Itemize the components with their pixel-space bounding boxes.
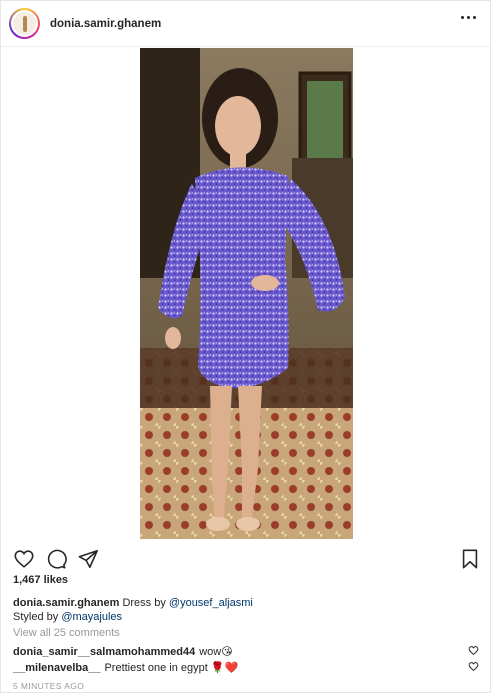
comment-username[interactable]: donia_samir__salmamohammed44 xyxy=(13,646,195,658)
comment-like-heart-icon[interactable] xyxy=(468,645,479,656)
heart-icon[interactable] xyxy=(13,548,35,570)
avatar-image xyxy=(11,10,38,37)
comment-text: Prettiest one in egypt 🌹❤️ xyxy=(104,662,239,674)
more-icon[interactable] xyxy=(461,16,476,19)
caption-text: Dress by xyxy=(122,597,166,609)
instagram-post: donia.samir.ghanem 1,467 likes donia.sam… xyxy=(0,0,491,693)
view-all-comments-link[interactable]: View all 25 comments xyxy=(13,627,120,639)
post-timestamp[interactable]: 5 MINUTES AGO xyxy=(13,681,84,691)
comment-item: __milenavelba__ Prettiest one in egypt 🌹… xyxy=(13,661,479,674)
avatar[interactable] xyxy=(9,8,40,39)
action-bar xyxy=(13,548,483,570)
header-username[interactable]: donia.samir.ghanem xyxy=(50,18,161,30)
comment-item: donia_samir__salmamohammed44 wow😘 xyxy=(13,645,479,658)
caption-styled-by: Styled by xyxy=(13,611,59,623)
post-photo[interactable] xyxy=(140,48,353,539)
post-header: donia.samir.ghanem xyxy=(1,1,490,47)
share-icon[interactable] xyxy=(77,548,99,570)
caption-mention-designer[interactable]: @yousef_aljasmi xyxy=(169,597,253,609)
comment-like-heart-icon[interactable] xyxy=(468,661,479,672)
caption-username[interactable]: donia.samir.ghanem xyxy=(13,597,119,609)
bookmark-icon[interactable] xyxy=(460,548,480,570)
like-count[interactable]: 1,467 likes xyxy=(13,574,68,586)
comment-text: wow😘 xyxy=(199,646,233,658)
comment-username[interactable]: __milenavelba__ xyxy=(13,662,100,674)
caption: donia.samir.ghanem Dress by @yousef_alja… xyxy=(13,596,473,624)
caption-mention-stylist[interactable]: @mayajules xyxy=(61,611,122,623)
comment-icon[interactable] xyxy=(45,548,67,570)
